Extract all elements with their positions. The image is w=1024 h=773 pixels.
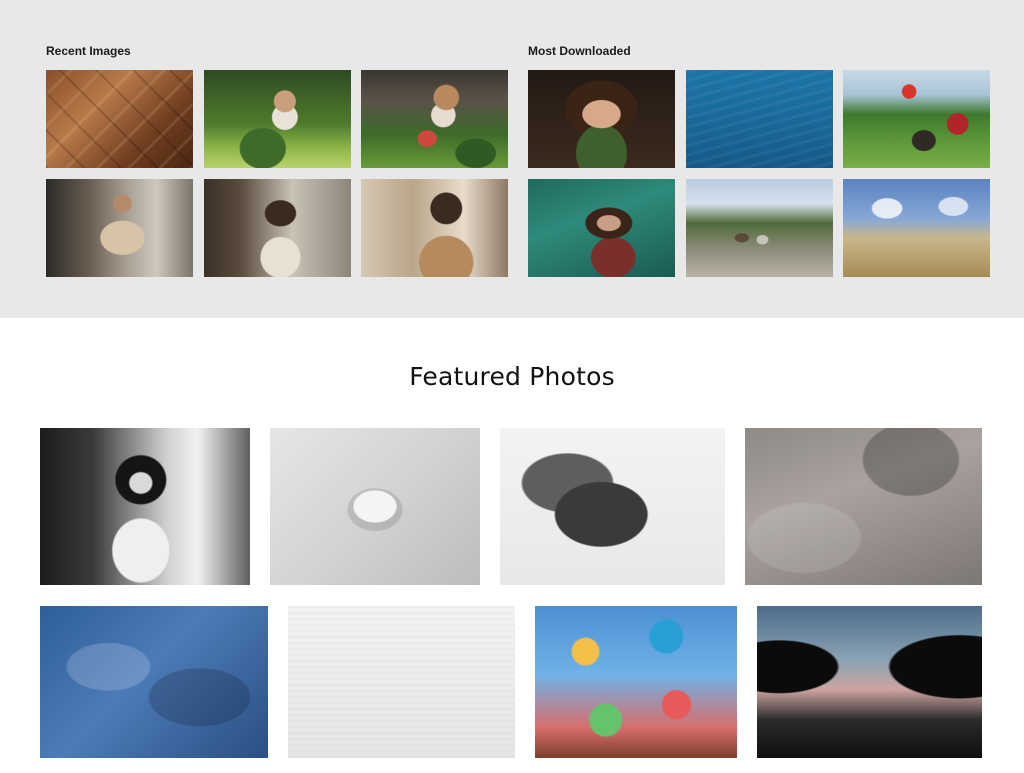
most-downloaded-heading: Most Downloaded [528, 44, 631, 58]
photo-bw-woman-street[interactable] [40, 428, 250, 585]
thumb-wood-floor[interactable] [46, 70, 193, 168]
photo-grunge-frame[interactable] [500, 428, 725, 585]
thumb-girl-watermelon-2[interactable] [361, 70, 508, 168]
thumb-woman-in-water[interactable] [528, 179, 675, 277]
thumb-woman-street-2[interactable] [204, 179, 351, 277]
thumb-woman-street-3[interactable] [361, 179, 508, 277]
thumb-girl-bicycle[interactable] [843, 70, 990, 168]
recent-images-heading: Recent Images [46, 44, 131, 58]
photo-plaster-face[interactable] [270, 428, 480, 585]
photo-colorful-collage[interactable] [535, 606, 737, 758]
thumb-couple-cliff[interactable] [686, 179, 833, 277]
photo-sunset-trees[interactable] [757, 606, 982, 758]
thumb-ocean-water[interactable] [686, 70, 833, 168]
thumb-desert-sky[interactable] [843, 179, 990, 277]
thumb-woman-face-leaf[interactable] [528, 70, 675, 168]
featured-photos-heading: Featured Photos [409, 362, 615, 391]
thumb-girl-watermelon-1[interactable] [204, 70, 351, 168]
thumb-woman-street-1[interactable] [46, 179, 193, 277]
photo-white-paper[interactable] [288, 606, 515, 758]
photo-blue-texture[interactable] [40, 606, 268, 758]
photo-stone-wall[interactable] [745, 428, 982, 585]
